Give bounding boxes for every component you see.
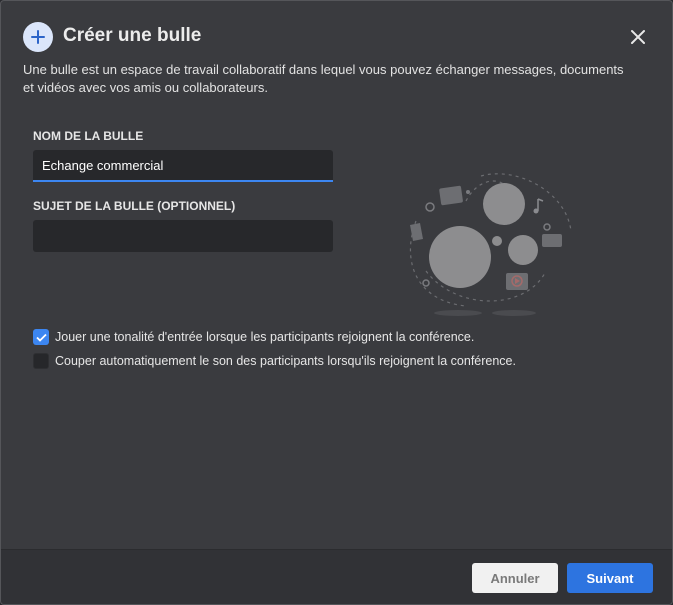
bubble-subject-input[interactable] bbox=[33, 220, 333, 252]
plus-icon bbox=[23, 22, 53, 52]
auto-mute-label: Couper automatiquement le son des partic… bbox=[55, 354, 516, 368]
bubbles-illustration bbox=[409, 173, 572, 316]
auto-mute-option[interactable]: Couper automatiquement le son des partic… bbox=[33, 353, 516, 369]
next-button[interactable]: Suivant bbox=[567, 563, 653, 593]
dialog-title: Créer une bulle bbox=[63, 25, 202, 46]
close-icon bbox=[631, 30, 645, 44]
join-tone-label: Jouer une tonalité d'entrée lorsque les … bbox=[55, 330, 475, 344]
bubble-name-input[interactable] bbox=[33, 150, 333, 182]
dialog-description: Une bulle est un espace de travail colla… bbox=[23, 62, 624, 95]
join-tone-option[interactable]: Jouer une tonalité d'entrée lorsque les … bbox=[33, 329, 474, 345]
bubble-subject-label: SUJET DE LA BULLE (OPTIONNEL) bbox=[33, 199, 236, 213]
checkmark-icon bbox=[35, 333, 47, 342]
auto-mute-checkbox[interactable] bbox=[33, 353, 49, 369]
bubble-name-label: NOM DE LA BULLE bbox=[33, 129, 144, 143]
close-button[interactable] bbox=[627, 26, 649, 48]
join-tone-checkbox[interactable] bbox=[33, 329, 49, 345]
dialog-footer: Annuler Suivant bbox=[1, 549, 672, 604]
cancel-button[interactable]: Annuler bbox=[472, 563, 558, 593]
create-bubble-dialog: Créer une bulle Une bulle est un espace … bbox=[0, 0, 673, 605]
